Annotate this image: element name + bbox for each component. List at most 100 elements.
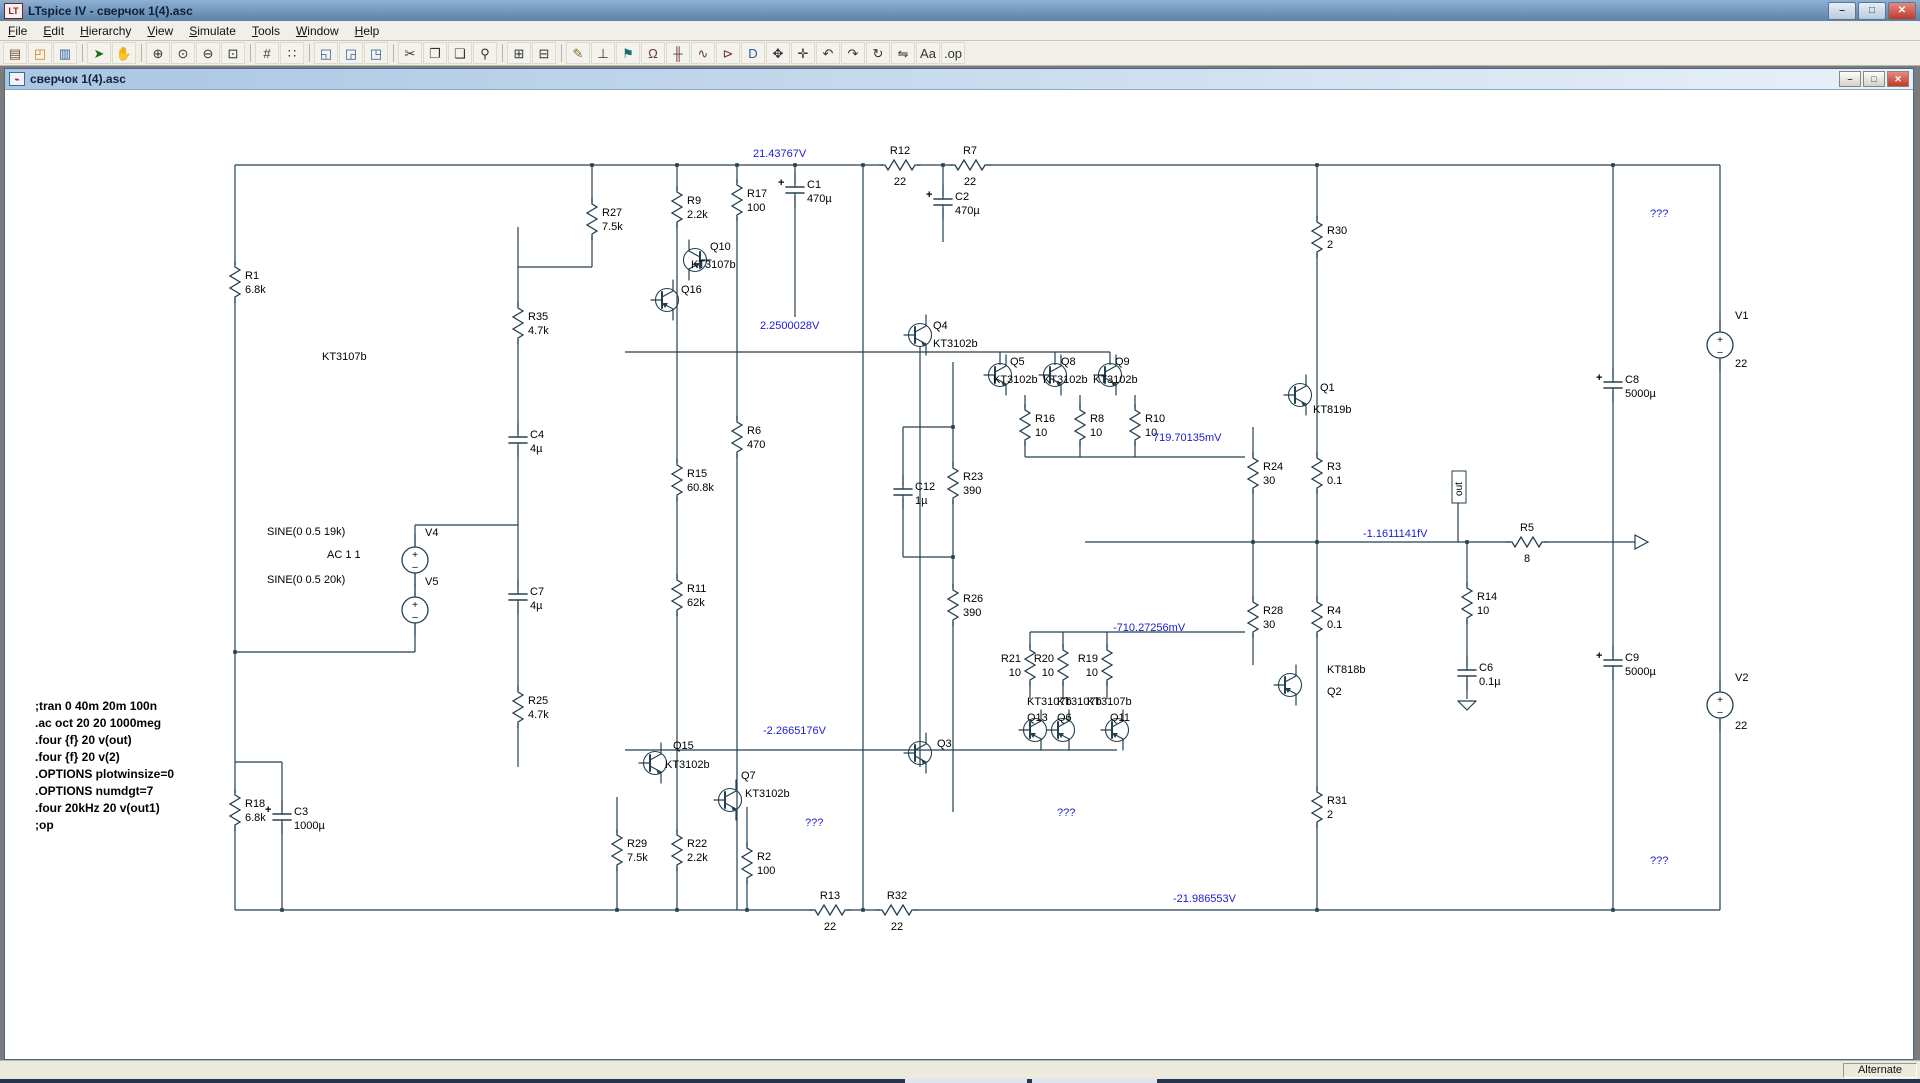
component-V5[interactable]: +– bbox=[402, 584, 428, 636]
schematic-text[interactable]: KT3102b bbox=[1093, 374, 1138, 386]
minimize-button[interactable]: – bbox=[1828, 2, 1856, 20]
child-minimize-button[interactable]: – bbox=[1839, 71, 1861, 87]
component-out[interactable]: out bbox=[1452, 471, 1466, 503]
schematic-text[interactable]: Q13 bbox=[1027, 712, 1048, 724]
schematic-text[interactable]: Q1 bbox=[1320, 382, 1335, 394]
component-R29[interactable]: R297.5k bbox=[609, 829, 648, 871]
component-R6[interactable]: R6470 bbox=[729, 416, 765, 458]
component-C1[interactable]: +C1470µ bbox=[778, 173, 832, 207]
snap-toggle-icon[interactable]: ∷ bbox=[280, 42, 304, 64]
schematic-text[interactable]: Q15 bbox=[673, 740, 694, 752]
schematic-area[interactable]: R16.8kR277.5kR92.2kR17100R354.7kR1560.8k… bbox=[5, 90, 1913, 1058]
voltage-annotation[interactable]: -1.1611141fV bbox=[1363, 528, 1428, 540]
schematic-text[interactable]: V5 bbox=[425, 576, 438, 588]
draw-wire-icon[interactable]: ✎ bbox=[566, 42, 590, 64]
drag-icon[interactable]: ✛ bbox=[791, 42, 815, 64]
component-V1[interactable]: +– bbox=[1707, 319, 1733, 371]
schematic-text[interactable]: Q16 bbox=[681, 284, 702, 296]
schematic-text[interactable]: Q2 bbox=[1327, 686, 1342, 698]
component-V2[interactable]: +– bbox=[1707, 679, 1733, 731]
place-label-icon[interactable]: ⚑ bbox=[616, 42, 640, 64]
cut-icon[interactable]: ✂ bbox=[398, 42, 422, 64]
close-button[interactable]: ✕ bbox=[1888, 2, 1916, 20]
find-icon[interactable]: ⚲ bbox=[473, 42, 497, 64]
component-R32[interactable]: R3222 bbox=[876, 890, 918, 933]
component-C8[interactable]: +C85000µ bbox=[1596, 368, 1656, 402]
component-R26[interactable]: R26390 bbox=[945, 584, 983, 626]
component-R8[interactable]: R810 bbox=[1072, 404, 1104, 446]
component-out-marker[interactable] bbox=[1635, 535, 1648, 549]
tile-vertically-icon[interactable]: ◳ bbox=[364, 42, 388, 64]
component-C6[interactable]: C60.1µ bbox=[1457, 656, 1501, 690]
schematic-text[interactable]: KT3107b bbox=[1087, 696, 1132, 708]
child-maximize-button[interactable]: □ bbox=[1863, 71, 1885, 87]
schematic-text[interactable]: KT3107b bbox=[322, 351, 367, 363]
voltage-annotation[interactable]: ??? bbox=[1650, 208, 1668, 220]
component-R21[interactable]: R2110 bbox=[1001, 644, 1038, 686]
child-close-button[interactable]: ✕ bbox=[1887, 71, 1909, 87]
place-component-icon[interactable]: D bbox=[741, 42, 765, 64]
component-R35[interactable]: R354.7k bbox=[510, 302, 549, 344]
halt-simulation-icon[interactable]: ✋ bbox=[112, 42, 136, 64]
schematic-text[interactable]: KT3102b bbox=[1043, 374, 1088, 386]
component-R3[interactable]: R30.1 bbox=[1309, 452, 1342, 494]
voltage-annotation[interactable]: -710.27256mV bbox=[1113, 622, 1186, 634]
schematic-text[interactable]: V4 bbox=[425, 527, 438, 539]
schematic-text[interactable]: 22 bbox=[1735, 358, 1747, 370]
menu-hierarchy[interactable]: Hierarchy bbox=[72, 23, 139, 39]
component-R31[interactable]: R312 bbox=[1309, 786, 1347, 828]
schematic-text[interactable]: KT3102b bbox=[993, 374, 1038, 386]
schematic-text[interactable]: SINE(0 0.5 19k) bbox=[267, 526, 345, 538]
redo-icon[interactable]: ↷ bbox=[841, 42, 865, 64]
component-C9[interactable]: +C95000µ bbox=[1596, 646, 1656, 680]
schematic-text[interactable]: Q6 bbox=[1057, 712, 1072, 724]
menu-window[interactable]: Window bbox=[288, 23, 347, 39]
component-R25[interactable]: R254.7k bbox=[510, 686, 549, 728]
open-file-icon[interactable]: ◰ bbox=[28, 42, 52, 64]
component-C12[interactable]: C121µ bbox=[893, 475, 935, 509]
zoom-in-icon[interactable]: ⊕ bbox=[146, 42, 170, 64]
titlebar[interactable]: LT LTspice IV - сверчок 1(4).asc – □ ✕ bbox=[0, 0, 1920, 21]
component-R13[interactable]: R1322 bbox=[809, 890, 851, 933]
component-R16[interactable]: R1610 bbox=[1017, 404, 1055, 446]
tile-horizontally-icon[interactable]: ◲ bbox=[339, 42, 363, 64]
component-Q16[interactable] bbox=[651, 280, 679, 320]
voltage-annotation[interactable]: ??? bbox=[1057, 807, 1075, 819]
component-R7[interactable]: R722 bbox=[949, 145, 991, 188]
schematic-text[interactable]: AC 1 1 bbox=[327, 549, 361, 561]
component-R11[interactable]: R1162k bbox=[669, 574, 706, 616]
spice-directive-icon[interactable]: .op bbox=[941, 42, 965, 64]
schematic-text[interactable]: 22 bbox=[1735, 720, 1747, 732]
component-R14[interactable]: R1410 bbox=[1459, 582, 1497, 624]
run-simulation-icon[interactable]: ➤ bbox=[87, 42, 111, 64]
schematic-text[interactable]: KT3102b bbox=[933, 338, 978, 350]
component-R22[interactable]: R222.2k bbox=[669, 829, 708, 871]
component-R1[interactable]: R16.8k bbox=[227, 261, 266, 303]
schematic-text[interactable]: V2 bbox=[1735, 672, 1748, 684]
voltage-annotation[interactable]: ??? bbox=[1650, 855, 1668, 867]
menu-edit[interactable]: Edit bbox=[35, 23, 72, 39]
schematic-text[interactable]: SINE(0 0.5 20k) bbox=[267, 574, 345, 586]
schematic-text[interactable]: Q9 bbox=[1115, 356, 1130, 368]
component-R23[interactable]: R23390 bbox=[945, 462, 983, 504]
component-Q1[interactable] bbox=[1284, 375, 1312, 415]
component-Q3[interactable] bbox=[904, 733, 932, 773]
component-R28[interactable]: R2830 bbox=[1245, 596, 1283, 638]
component-C3[interactable]: +C31000µ bbox=[265, 800, 325, 834]
voltage-annotation[interactable]: -2.2665176V bbox=[763, 725, 827, 737]
component-R4[interactable]: R40.1 bbox=[1309, 596, 1342, 638]
component-Q2[interactable] bbox=[1274, 665, 1302, 705]
place-ground-icon[interactable]: ⊥ bbox=[591, 42, 615, 64]
schematic-text[interactable]: Q11 bbox=[1110, 712, 1130, 724]
move-icon[interactable]: ✥ bbox=[766, 42, 790, 64]
schematic-text[interactable]: V1 bbox=[1735, 310, 1748, 322]
schematic-canvas[interactable]: R16.8kR277.5kR92.2kR17100R354.7kR1560.8k… bbox=[5, 90, 1911, 1058]
component-C4[interactable]: C44µ bbox=[508, 423, 544, 457]
component-C7[interactable]: C74µ bbox=[508, 580, 544, 614]
voltage-annotation[interactable]: 719.70135mV bbox=[1153, 432, 1222, 444]
cascade-windows-icon[interactable]: ◱ bbox=[314, 42, 338, 64]
schematic-text[interactable]: KT3102b bbox=[665, 759, 710, 771]
schematic-text[interactable]: Q3 bbox=[937, 738, 952, 750]
place-capacitor-icon[interactable]: ╫ bbox=[666, 42, 690, 64]
menu-help[interactable]: Help bbox=[347, 23, 388, 39]
